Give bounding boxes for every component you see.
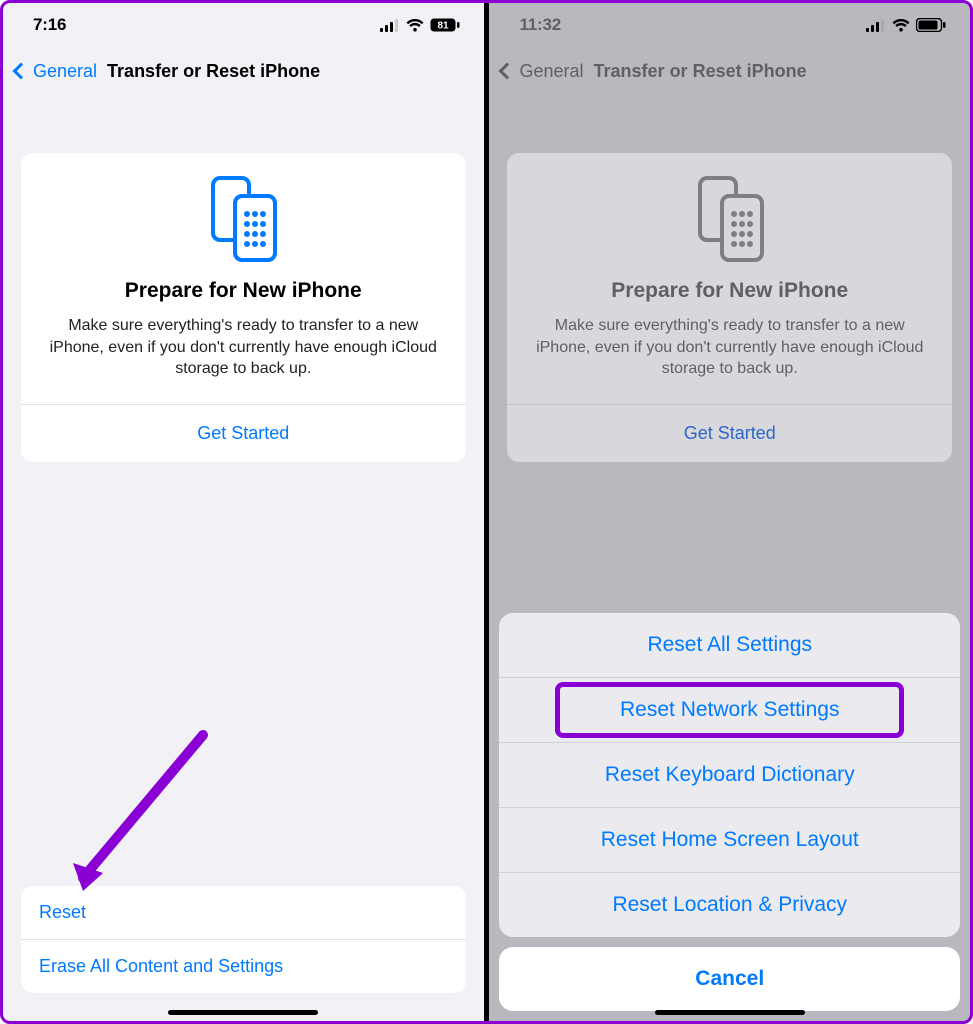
card-description: Make sure everything's ready to transfer… <box>41 315 446 380</box>
card-title: Prepare for New iPhone <box>41 279 446 303</box>
transfer-icon <box>688 177 772 261</box>
sheet-option-2[interactable]: Reset Keyboard Dictionary <box>499 742 960 807</box>
phone-right: 11:32 General Transfer or Reset iPhone <box>489 3 970 1021</box>
nav-bar: General Transfer or Reset iPhone <box>3 47 484 95</box>
signal-icon <box>866 19 886 32</box>
back-button[interactable]: General <box>9 61 97 82</box>
phone-left: 7:16 81 General Transfer or Reset iPhone <box>3 3 484 1021</box>
reset-row[interactable]: Reset <box>21 886 466 939</box>
highlight-annotation <box>555 682 904 738</box>
sheet-option-1[interactable]: Reset Network Settings <box>499 677 960 742</box>
transfer-icon <box>201 177 285 261</box>
status-icons <box>866 18 946 32</box>
status-time: 11:32 <box>519 15 561 35</box>
page-title: Transfer or Reset iPhone <box>107 61 320 82</box>
card-title: Prepare for New iPhone <box>527 279 932 303</box>
get-started-button[interactable]: Get Started <box>527 405 932 462</box>
chevron-left-icon <box>13 63 30 80</box>
status-icons: 81 <box>380 18 460 32</box>
chevron-left-icon <box>499 63 516 80</box>
sheet-option-0[interactable]: Reset All Settings <box>499 613 960 677</box>
home-indicator[interactable] <box>168 1010 318 1015</box>
battery-icon: 81 <box>430 18 460 32</box>
signal-icon <box>380 19 400 32</box>
status-bar: 7:16 81 <box>3 3 484 47</box>
page-title: Transfer or Reset iPhone <box>594 61 807 82</box>
nav-bar: General Transfer or Reset iPhone <box>489 47 970 95</box>
battery-icon <box>916 18 946 32</box>
prepare-card: Prepare for New iPhone Make sure everyth… <box>21 153 466 462</box>
arrow-annotation <box>53 723 233 903</box>
sheet-option-4[interactable]: Reset Location & Privacy <box>499 872 960 937</box>
back-button[interactable]: General <box>495 61 583 82</box>
erase-row[interactable]: Erase All Content and Settings <box>21 939 466 993</box>
back-label: General <box>519 61 583 82</box>
cancel-button[interactable]: Cancel <box>499 947 960 1011</box>
get-started-button[interactable]: Get Started <box>41 405 446 462</box>
back-label: General <box>33 61 97 82</box>
wifi-icon <box>406 19 424 32</box>
status-bar: 11:32 <box>489 3 970 47</box>
sheet-option-3[interactable]: Reset Home Screen Layout <box>499 807 960 872</box>
wifi-icon <box>892 19 910 32</box>
battery-level: 81 <box>437 21 449 32</box>
action-sheet: Reset All SettingsReset Network Settings… <box>499 613 960 1011</box>
sheet-options-group: Reset All SettingsReset Network Settings… <box>499 613 960 937</box>
card-description: Make sure everything's ready to transfer… <box>527 315 932 380</box>
status-time: 7:16 <box>33 15 66 35</box>
home-indicator[interactable] <box>655 1010 805 1015</box>
prepare-card: Prepare for New iPhone Make sure everyth… <box>507 153 952 462</box>
reset-options-list: Reset Erase All Content and Settings <box>21 886 466 993</box>
